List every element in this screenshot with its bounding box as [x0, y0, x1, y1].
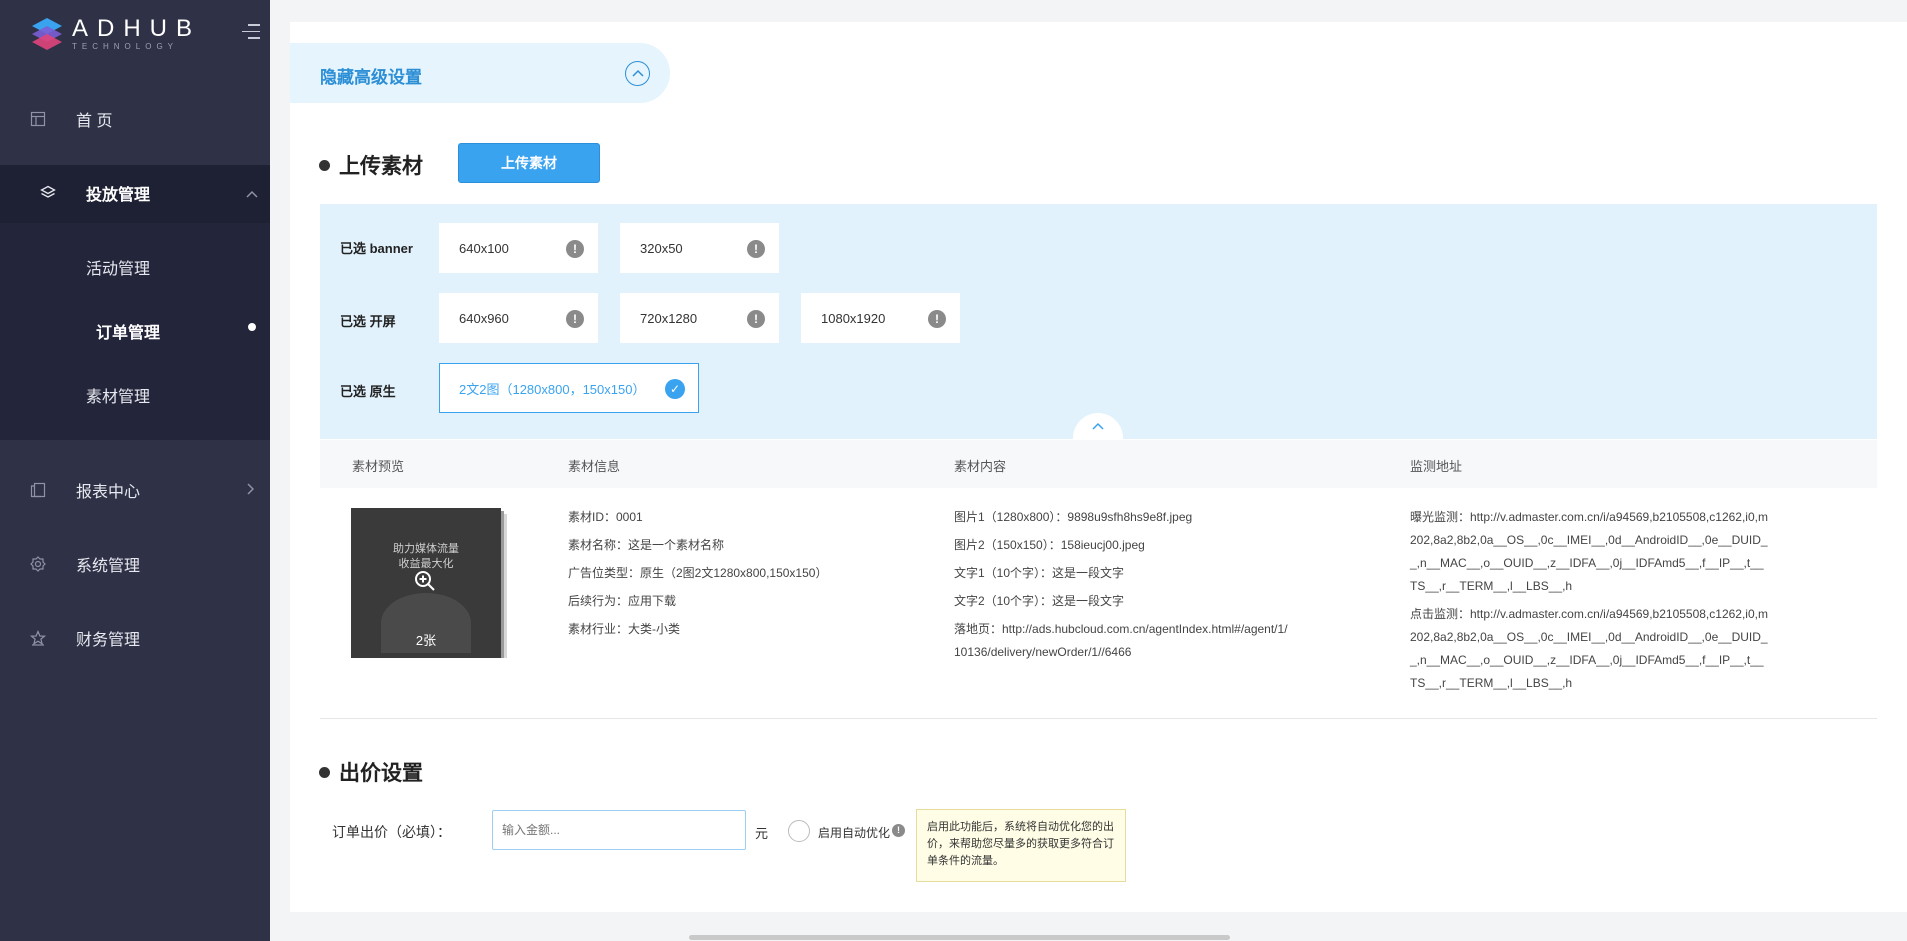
dashboard-icon — [30, 111, 46, 127]
warning-icon[interactable]: ! — [747, 310, 765, 328]
brand-name: ADHUB — [72, 15, 202, 42]
content-line: 图片2（150x150）：158ieucj00.jpeg — [954, 538, 1145, 552]
auto-optimize-tooltip: 启用此功能后，系统将自动优化您的出价，来帮助您尽量多的获取更多符合订单条件的流量… — [916, 809, 1126, 882]
size-option[interactable]: 720x1280 ! — [620, 293, 779, 343]
currency-unit: 元 — [755, 826, 769, 841]
size-option[interactable]: 640x100 ! — [439, 223, 598, 273]
content-line: 图片1（1280x800）：9898u9sfh8hs9e8f.jpeg — [954, 510, 1193, 524]
sidebar-subitem-orders[interactable]: 订单管理 — [96, 319, 160, 343]
material-preview[interactable]: 助力媒体流量 收益最大化 2张 — [351, 508, 501, 658]
info-line: 广告位类型：原生（2图2文1280x800,150x150） — [568, 566, 828, 580]
landing-page-link[interactable]: 落地页：http://ads.hubcloud.com.cn/agentInde… — [954, 615, 1294, 664]
sidebar-item-home[interactable]: 首 页 — [0, 107, 270, 131]
chevron-up-icon — [246, 186, 258, 201]
banner-row-label: 已选 banner — [340, 241, 413, 256]
native-row-label: 已选 原生 — [340, 384, 396, 399]
sidebar-subitem-activity[interactable]: 活动管理 — [86, 255, 150, 279]
info-line: 素材名称：这是一个素材名称 — [568, 538, 725, 552]
warning-icon[interactable]: ! — [566, 310, 584, 328]
sidebar-item-label: 首 页 — [76, 113, 113, 130]
image-count: 2张 — [415, 633, 437, 648]
auto-optimize-label: 启用自动优化 — [818, 826, 891, 840]
sidebar-item-label: 报表中心 — [76, 484, 141, 501]
column-header: 监测地址 — [1410, 459, 1463, 474]
column-header: 素材信息 — [568, 459, 621, 474]
brand-sub: TECHNOLOGY — [72, 42, 179, 51]
chevron-right-icon — [246, 482, 255, 498]
menu-toggle-icon[interactable] — [242, 24, 260, 40]
advanced-settings-toggle[interactable]: 隐藏高级设置 — [290, 43, 670, 103]
bid-section-title: 出价设置 — [319, 757, 423, 787]
check-icon: ✓ — [665, 379, 685, 399]
material-info: 素材ID：0001 素材名称：这是一个素材名称 广告位类型：原生（2图2文128… — [568, 503, 827, 643]
size-option[interactable]: 1080x1920 ! — [801, 293, 960, 343]
zoom-in-icon[interactable] — [414, 570, 436, 592]
click-monitor: 点击监测：http://v.admaster.com.cn/i/a94569,b… — [1410, 607, 1768, 690]
warning-icon[interactable]: ! — [566, 240, 584, 258]
warning-icon[interactable]: ! — [928, 310, 946, 328]
size-option[interactable]: 640x960 ! — [439, 293, 598, 343]
gear-icon — [30, 556, 46, 572]
info-icon[interactable]: ! — [892, 824, 905, 837]
report-icon — [30, 482, 46, 498]
sidebar-item-delivery[interactable]: 投放管理 — [0, 181, 270, 205]
sidebar-item-finance[interactable]: 财务管理 — [0, 626, 270, 650]
preview-caption: 助力媒体流量 — [393, 543, 459, 555]
logo: ADHUB TECHNOLOGY — [30, 16, 201, 52]
info-line: 素材行业：大类-小类 — [568, 622, 680, 636]
upload-material-button[interactable]: 上传素材 — [458, 143, 600, 183]
bid-amount-input[interactable] — [492, 810, 746, 850]
sidebar-item-reports[interactable]: 报表中心 — [0, 478, 270, 502]
material-content: 图片1（1280x800）：9898u9sfh8hs9e8f.jpeg 图片2（… — [954, 503, 1294, 664]
column-header: 素材内容 — [954, 459, 1007, 474]
content-line: 文字2（10个字）：这是一段文字 — [954, 594, 1125, 608]
size-option-selected[interactable]: 2文2图（1280x800，150x150） ✓ — [439, 363, 699, 413]
sidebar-item-label: 系统管理 — [76, 558, 141, 575]
warning-icon[interactable]: ! — [747, 240, 765, 258]
sidebar-item-label: 财务管理 — [76, 632, 141, 649]
sidebar: ADHUB TECHNOLOGY 首 页 投放管理 活动管理 订单管理 素材管理… — [0, 0, 270, 941]
sidebar-subitem-materials[interactable]: 素材管理 — [86, 383, 150, 407]
horizontal-scrollbar[interactable] — [689, 935, 1230, 940]
sidebar-item-system[interactable]: 系统管理 — [0, 552, 270, 576]
active-indicator — [248, 323, 256, 331]
table-header: 素材预览 素材信息 素材内容 监测地址 — [320, 440, 1877, 488]
star-icon — [29, 629, 47, 646]
splash-row-label: 已选 开屏 — [340, 314, 396, 329]
advanced-toggle-label: 隐藏高级设置 — [320, 68, 422, 87]
adhub-logo-icon — [30, 16, 64, 52]
sidebar-item-label: 投放管理 — [86, 187, 151, 204]
info-line: 后续行为：应用下载 — [568, 594, 677, 608]
auto-optimize-radio[interactable] — [788, 820, 810, 842]
upload-section-title: 上传素材 — [319, 150, 423, 180]
layers-icon — [40, 185, 56, 201]
bid-label: 订单出价（必填）： — [332, 824, 451, 840]
chevron-up-circle-icon[interactable] — [625, 61, 650, 86]
info-line: 素材ID：0001 — [568, 510, 643, 524]
size-option[interactable]: 320x50 ! — [620, 223, 779, 273]
impression-monitor: 曝光监测：http://v.admaster.com.cn/i/a94569,b… — [1410, 510, 1768, 593]
column-header: 素材预览 — [352, 459, 405, 474]
content-line: 文字1（10个字）：这是一段文字 — [954, 566, 1125, 580]
